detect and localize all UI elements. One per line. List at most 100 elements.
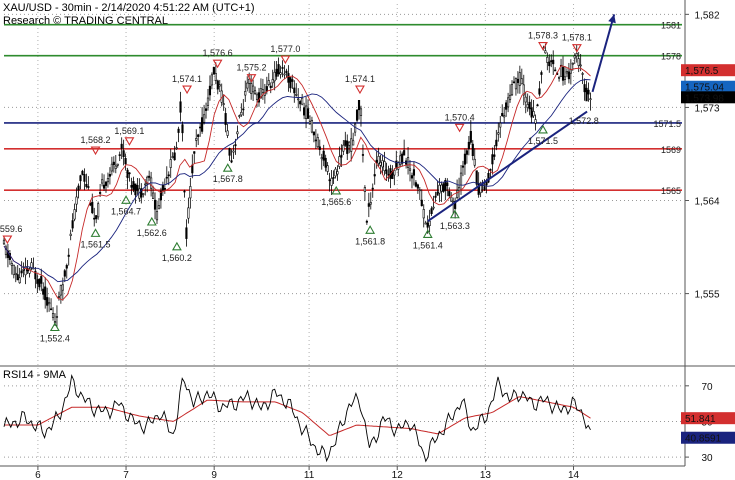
candle-body: [342, 144, 345, 152]
candle-body: [161, 184, 164, 191]
candle-body: [261, 89, 264, 93]
candle-body: [69, 233, 72, 236]
candle-body: [475, 170, 478, 185]
swing-low-label: 1,571.5: [528, 136, 558, 146]
candle-body: [438, 184, 441, 194]
candle-body: [318, 146, 321, 150]
candle-body: [181, 124, 184, 134]
candle-body: [71, 220, 74, 229]
candle-body: [579, 64, 582, 67]
swing-low-label: 1,567.8: [213, 174, 243, 184]
candle-body: [336, 171, 339, 175]
swing-high-label: 1,578.1: [562, 33, 592, 43]
candle-body: [434, 195, 437, 198]
candle-body: [430, 208, 433, 214]
candle-body: [273, 71, 276, 82]
candle-body: [393, 169, 396, 176]
x-tick-label: 13: [480, 470, 492, 480]
price-badge-label: 1,576.5: [685, 66, 719, 77]
candle-body: [414, 182, 417, 187]
candle-body: [299, 101, 302, 105]
candle-body: [283, 73, 286, 76]
candle-body: [61, 284, 64, 291]
candle-body: [330, 177, 333, 186]
candle-body: [344, 140, 347, 146]
candle-body: [87, 186, 90, 188]
candle-body: [334, 168, 337, 177]
candle-body: [512, 81, 516, 84]
candle-body: [40, 276, 43, 284]
candle-body: [291, 79, 294, 82]
candle-body: [128, 172, 131, 175]
candle-body: [308, 121, 312, 124]
candle-body: [20, 270, 23, 274]
candle-body: [59, 285, 62, 296]
candle-body: [569, 69, 572, 74]
candle-body: [503, 115, 506, 118]
candle-body: [424, 222, 427, 225]
swing-low-label: 1,565.6: [321, 197, 351, 207]
candle-body: [255, 94, 259, 100]
y-tick-label: 1,582: [694, 10, 719, 21]
candle-body: [144, 183, 147, 186]
candle-body: [83, 174, 86, 182]
candle-body: [322, 150, 325, 161]
rsi-title: RSI14 - 9MA: [3, 369, 67, 381]
candle-body: [461, 165, 465, 168]
candle-body: [157, 205, 161, 210]
chart-header-line1: XAU/USD - 30min - 2/14/2020 4:51:22 AM (…: [3, 2, 255, 14]
candle-body: [465, 150, 468, 155]
candle-body: [526, 104, 529, 108]
swing-low-label: 1,561.8: [355, 236, 385, 246]
candle-body: [367, 203, 370, 207]
candle-body: [248, 78, 251, 84]
candle-body: [148, 175, 151, 178]
candle-body: [359, 108, 363, 116]
candle-body: [456, 190, 459, 198]
rsi-y-tick-label: 70: [701, 382, 713, 393]
level-label: 1581: [661, 21, 681, 31]
candle-body: [518, 72, 521, 86]
candle-body: [12, 264, 15, 276]
candle-body: [175, 147, 178, 149]
candle-body: [238, 115, 241, 117]
swing-low-label: 1,561.4: [413, 240, 443, 250]
candle-body: [106, 178, 110, 183]
candle-body: [310, 119, 314, 133]
candle-body: [167, 174, 170, 177]
candle-body: [185, 227, 188, 239]
candle-body: [483, 186, 486, 190]
candle-body: [534, 119, 537, 124]
candle-body: [422, 209, 425, 219]
swing-high-label: 1,570.4: [445, 112, 475, 122]
candle-body: [202, 114, 206, 123]
candle-body: [246, 82, 249, 89]
candle-body: [554, 69, 557, 72]
candle-body: [581, 73, 584, 75]
candle-body: [352, 140, 355, 146]
candle-body: [100, 179, 104, 184]
price-chart: XAU/USD - 30min - 2/14/2020 4:51:22 AM (…: [0, 0, 735, 480]
candle-body: [332, 177, 335, 179]
candle-body: [179, 101, 182, 113]
candle-body: [49, 308, 53, 311]
candle-body: [544, 50, 547, 54]
candle-body: [577, 58, 580, 66]
candle-body: [281, 67, 284, 69]
candle-body: [18, 277, 21, 284]
candle-body: [387, 173, 390, 176]
candle-body: [495, 139, 498, 147]
candle-body: [373, 174, 376, 177]
candle-body: [110, 163, 113, 172]
candle-body: [250, 83, 253, 94]
candle-body: [432, 206, 435, 209]
candle-body: [493, 154, 496, 157]
candle-body: [14, 272, 17, 276]
candle-body: [114, 165, 117, 169]
candle-body: [93, 217, 96, 220]
candle-body: [403, 150, 406, 156]
candle-body: [16, 274, 19, 281]
x-tick-label: 14: [568, 470, 580, 480]
candle-body: [165, 176, 168, 179]
candle-body: [326, 165, 329, 172]
